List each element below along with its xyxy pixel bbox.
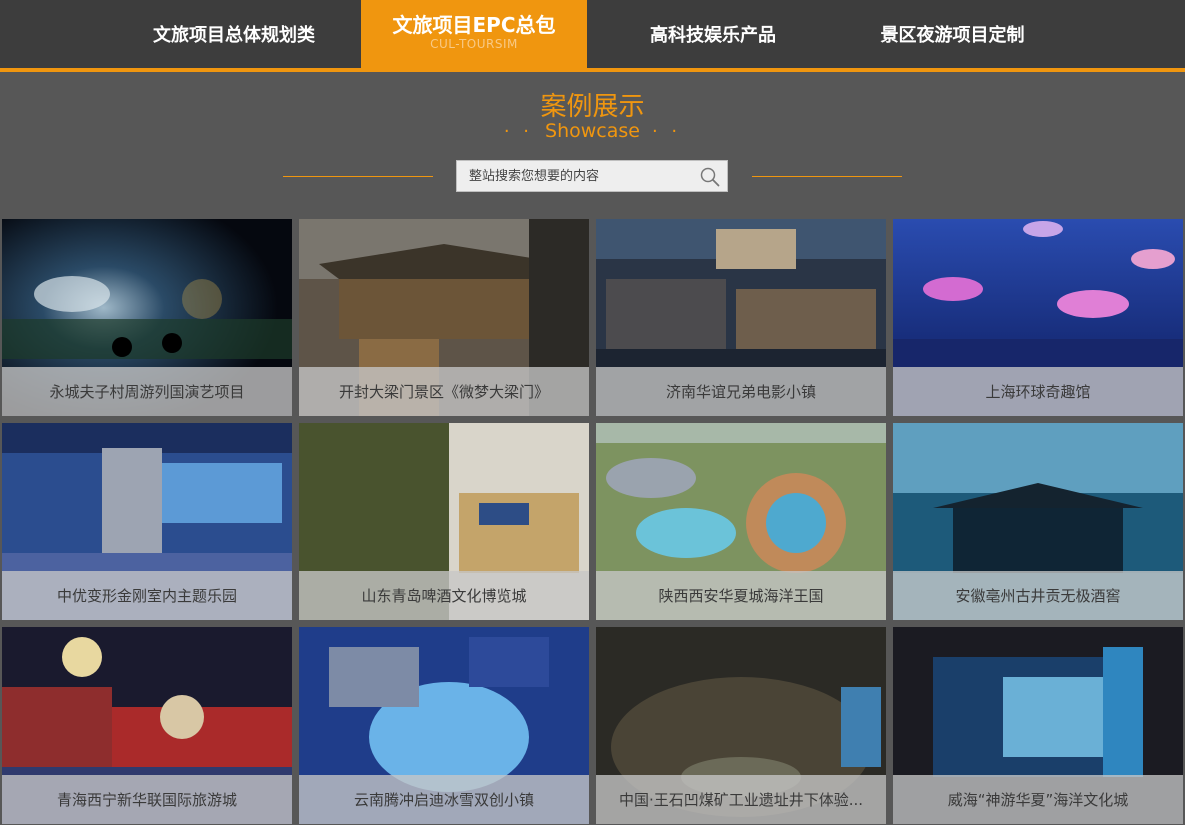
case-card[interactable]: 中国·王石凹煤矿工业遗址井下体验... [596, 627, 886, 824]
case-caption: 中国·王石凹煤矿工业遗址井下体验... [596, 775, 886, 824]
case-card[interactable]: 开封大梁门景区《微梦大梁门》 [299, 219, 589, 416]
case-card[interactable]: 青海西宁新华联国际旅游城 [2, 627, 292, 824]
case-caption: 山东青岛啤酒文化博览城 [299, 571, 589, 620]
case-caption: 永城夫子村周游列国演艺项目 [2, 367, 292, 416]
divider-right [752, 176, 902, 177]
case-card[interactable]: 中优变形金刚室内主题乐园 [2, 423, 292, 620]
nav-item-label: 文旅项目总体规划类 [153, 25, 315, 46]
decor-dots-left: · · [503, 121, 534, 142]
case-card[interactable]: 云南腾冲启迪冰雪双创小镇 [299, 627, 589, 824]
case-card[interactable]: 安徽亳州古井贡无极酒窖 [893, 423, 1183, 620]
nav-item-planning[interactable]: 文旅项目总体规划类 [130, 0, 338, 68]
search-input[interactable] [457, 161, 693, 191]
case-card[interactable]: 济南华谊兄弟电影小镇 [596, 219, 886, 416]
section-subtitle: · · Showcase · · [0, 120, 1185, 142]
case-caption: 青海西宁新华联国际旅游城 [2, 775, 292, 824]
case-caption: 济南华谊兄弟电影小镇 [596, 367, 886, 416]
case-card[interactable]: 山东青岛啤酒文化博览城 [299, 423, 589, 620]
case-caption: 开封大梁门景区《微梦大梁门》 [299, 367, 589, 416]
case-card[interactable]: 威海“神游华夏”海洋文化城 [893, 627, 1183, 824]
divider-left [283, 176, 433, 177]
case-caption: 威海“神游华夏”海洋文化城 [893, 775, 1183, 824]
nav-item-label: 文旅项目EPC总包 [392, 13, 556, 37]
nav-item-night-tour[interactable]: 景区夜游项目定制 [845, 0, 1060, 68]
nav-item-label: 景区夜游项目定制 [880, 25, 1025, 46]
section-subtitle-text: Showcase [545, 120, 640, 142]
top-nav: 文旅项目总体规划类 文旅项目EPC总包 CUL-TOURSIM 高科技娱乐产品 … [0, 0, 1185, 72]
decor-dots-right: · · [651, 121, 682, 142]
nav-item-sublabel: CUL-TOURSIM [430, 37, 518, 51]
case-card[interactable]: 上海环球奇趣馆 [893, 219, 1183, 416]
section-title: 案例展示 [540, 92, 645, 122]
nav-item-entertainment[interactable]: 高科技娱乐产品 [610, 0, 816, 68]
case-caption: 陕西西安华夏城海洋王国 [596, 571, 886, 620]
case-card[interactable]: 永城夫子村周游列国演艺项目 [2, 219, 292, 416]
case-caption: 中优变形金刚室内主题乐园 [2, 571, 292, 620]
search-icon[interactable] [699, 166, 721, 188]
case-caption: 云南腾冲启迪冰雪双创小镇 [299, 775, 589, 824]
case-card[interactable]: 陕西西安华夏城海洋王国 [596, 423, 886, 620]
nav-item-epc[interactable]: 文旅项目EPC总包 CUL-TOURSIM [361, 0, 587, 68]
case-caption: 安徽亳州古井贡无极酒窖 [893, 571, 1183, 620]
search-box [456, 160, 728, 192]
case-caption: 上海环球奇趣馆 [893, 367, 1183, 416]
nav-item-label: 高科技娱乐产品 [650, 25, 776, 46]
